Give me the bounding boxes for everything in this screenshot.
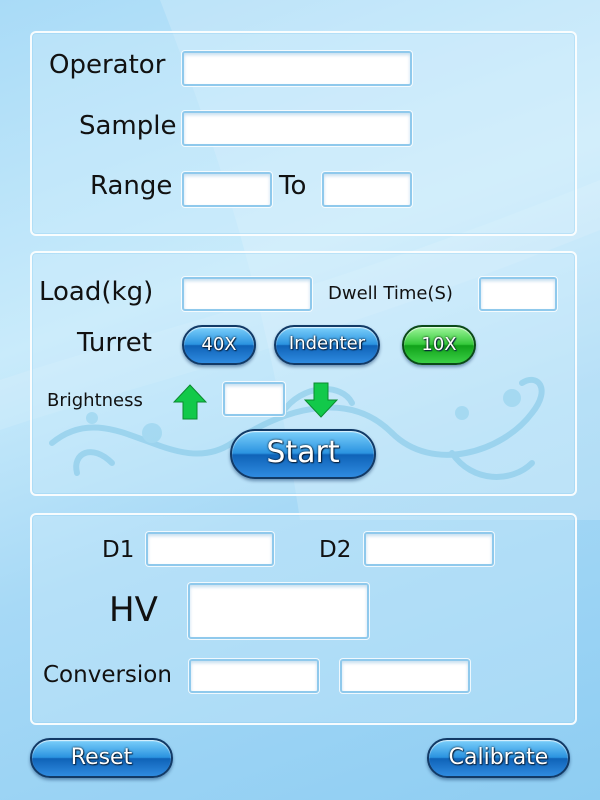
dwell-time-input[interactable] — [481, 279, 555, 309]
calibrate-button[interactable]: Calibrate — [427, 738, 570, 778]
sample-label: Sample — [79, 111, 177, 141]
conversion-input-1[interactable] — [191, 661, 317, 691]
d2-label: D2 — [319, 537, 352, 563]
turret-label: Turret — [77, 328, 152, 358]
operator-field[interactable] — [182, 51, 412, 86]
conversion-label: Conversion — [43, 662, 172, 688]
range-to-label: To — [279, 171, 307, 201]
range-label: Range — [90, 171, 173, 201]
arrow-down-icon[interactable] — [304, 382, 338, 418]
turret-40x-button[interactable]: 40X — [182, 325, 256, 365]
d1-label: D1 — [102, 537, 135, 563]
reset-label: Reset — [70, 745, 133, 770]
sample-input[interactable] — [184, 113, 410, 144]
load-label: Load(kg) — [39, 277, 154, 307]
sample-field[interactable] — [182, 111, 412, 146]
d1-input[interactable] — [148, 534, 272, 564]
dwell-time-label: Dwell Time(S) — [328, 283, 453, 304]
d2-field[interactable] — [364, 532, 494, 566]
start-button[interactable]: Start — [230, 429, 376, 479]
conversion-field-2[interactable] — [340, 659, 470, 693]
turret-indenter-button[interactable]: Indenter — [274, 325, 380, 365]
hv-field[interactable] — [188, 583, 369, 639]
arrow-up-icon[interactable] — [173, 384, 207, 420]
load-input[interactable] — [184, 279, 310, 309]
turret-40x-label: 40X — [201, 334, 237, 355]
hv-label: HV — [109, 590, 158, 630]
range-from-field[interactable] — [182, 172, 272, 207]
operator-panel: Operator Sample Range To — [30, 31, 577, 236]
operator-label: Operator — [49, 50, 166, 80]
brightness-label: Brightness — [47, 390, 143, 411]
range-to-field[interactable] — [322, 172, 412, 207]
results-panel: D1 D2 HV Conversion — [30, 513, 577, 725]
d1-field[interactable] — [146, 532, 274, 566]
calibrate-label: Calibrate — [448, 745, 549, 770]
range-to-input[interactable] — [324, 174, 410, 205]
dwell-time-field[interactable] — [479, 277, 557, 311]
conversion-field-1[interactable] — [189, 659, 319, 693]
d2-input[interactable] — [366, 534, 492, 564]
reset-button[interactable]: Reset — [30, 738, 173, 778]
turret-10x-button[interactable]: 10X — [402, 325, 476, 365]
brightness-input[interactable] — [225, 384, 283, 414]
start-label: Start — [266, 435, 340, 470]
turret-indenter-label: Indenter — [288, 333, 366, 354]
operator-input[interactable] — [184, 53, 410, 84]
load-field[interactable] — [182, 277, 312, 311]
brightness-field[interactable] — [223, 382, 285, 416]
hv-input[interactable] — [190, 585, 367, 637]
range-from-input[interactable] — [184, 174, 270, 205]
test-control-panel: Load(kg) Dwell Time(S) Turret 40X Indent… — [30, 251, 577, 496]
turret-10x-label: 10X — [421, 334, 457, 355]
conversion-input-2[interactable] — [342, 661, 468, 691]
